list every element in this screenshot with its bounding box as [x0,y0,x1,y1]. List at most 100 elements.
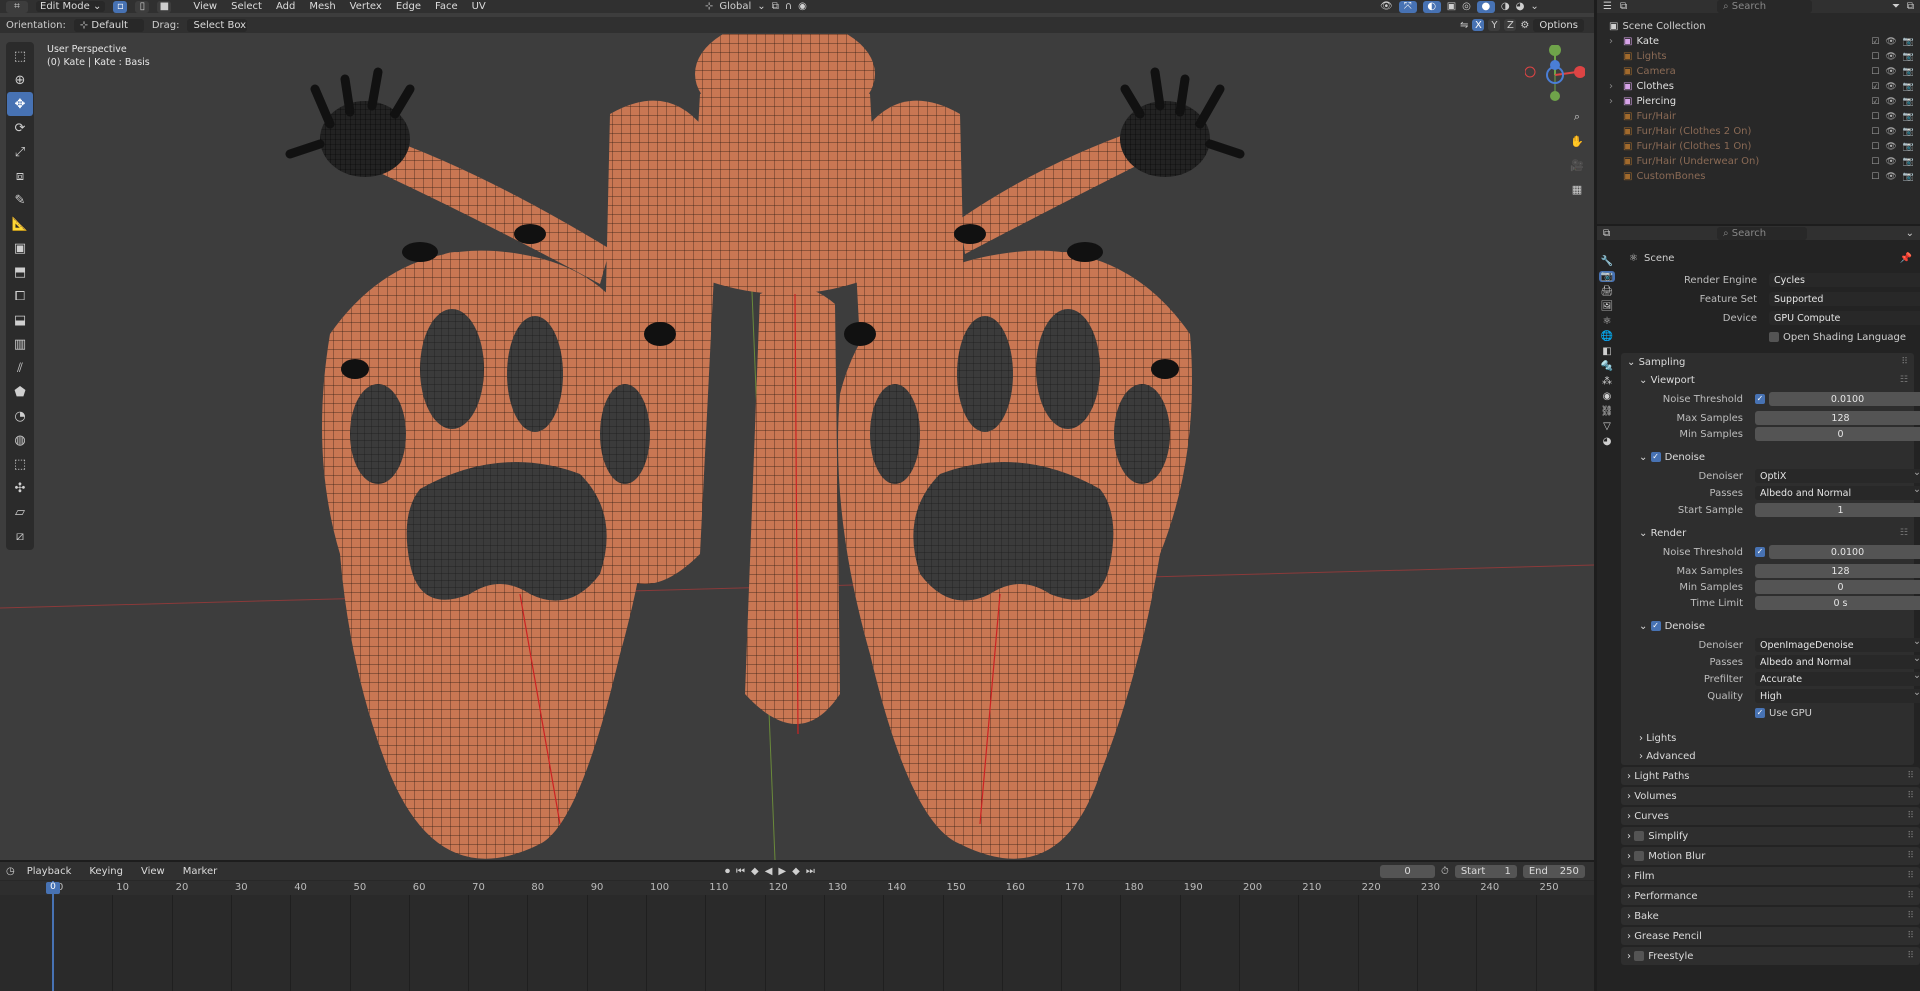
drag-grip-icon[interactable]: ⠿ [1907,771,1914,781]
options-dropdown[interactable]: Options [1533,18,1584,32]
xray-icon[interactable]: ▣ [1447,1,1456,12]
camera-icon[interactable]: 📷 [1903,112,1914,122]
camera-icon[interactable]: 📷 [1903,82,1914,92]
annotate-tool-icon[interactable]: ✎ [7,188,33,212]
presets-icon[interactable]: ☷ [1900,375,1908,385]
panel-enable-checkbox[interactable] [1634,831,1645,841]
r-noise-threshold-checkbox[interactable]: ✓ [1755,547,1765,557]
spin-tool-icon[interactable]: ◔ [7,404,33,428]
drag-grip-icon[interactable]: ⠿ [1907,931,1914,941]
new-collection-icon[interactable]: ⧉ [1907,1,1914,12]
feature-set-dropdown[interactable]: Supported [1769,290,1920,306]
panel-header[interactable]: › Grease Pencil ⠿ [1621,927,1920,945]
advanced-subheader[interactable]: › Advanced [1633,747,1914,765]
view-layer-tab-icon[interactable]: 🖼 [1601,301,1614,312]
render-subheader[interactable]: ⌄ Render ☷ [1633,524,1914,542]
r-denoise-subheader[interactable]: ⌄ ✓ Denoise [1633,617,1914,635]
menu-view[interactable]: View [189,1,221,12]
drag-grip-icon[interactable]: ⠿ [1907,951,1914,961]
panel-header[interactable]: › Freestyle ⠿ [1621,947,1920,965]
camera-icon[interactable]: 📷 [1903,142,1914,152]
timeline-menu-playback[interactable]: Playback [23,866,76,877]
timeline-track[interactable] [0,895,1594,991]
expand-icon[interactable]: › [1609,36,1619,47]
extrude-tool-icon[interactable]: ⬒ [7,260,33,284]
timeline-menu-keying[interactable]: Keying [85,866,127,877]
panel-enable-checkbox[interactable] [1634,851,1645,861]
timeline-ruler[interactable]: 0 10 20 30 40 50 60 70 80 90 100 110 120 130 140 150 160… [0,881,1594,895]
start-frame-field[interactable]: Start 1 [1454,864,1517,878]
menu-face[interactable]: Face [431,1,462,12]
drag-grip-icon[interactable]: ⠿ [1907,871,1914,881]
wireframe-shading-icon[interactable]: ◎ [1462,1,1471,12]
outliner-item[interactable]: ▣ Camera ☐ 👁 📷 [1597,64,1920,79]
exclude-checkbox[interactable]: ☐ [1871,157,1879,167]
move-tool-icon[interactable]: ✥ [7,92,33,116]
r-prefilter-dropdown[interactable]: Accurate [1755,670,1920,686]
playhead-frame[interactable]: 0 [46,882,60,894]
overlay-icon[interactable]: ◐ [1422,0,1441,13]
exclude-checkbox[interactable]: ☐ [1871,52,1879,62]
world-tab-icon[interactable]: 🌐 [1601,331,1613,342]
camera-icon[interactable]: 📷 [1903,157,1914,167]
shading-options-icon[interactable]: ⌄ [1530,1,1538,12]
mirror-icon[interactable]: ⇋ [1460,20,1468,31]
outliner-item[interactable]: ▣ Fur/Hair (Clothes 2 On) ☐ 👁 📷 [1597,124,1920,139]
exclude-checkbox[interactable]: ☐ [1871,172,1879,182]
camera-icon[interactable]: 📷 [1903,52,1914,62]
add-cube-tool-icon[interactable]: ▣ [7,236,33,260]
vp-noise-threshold-field[interactable]: 0.0100 [1769,392,1920,406]
perspective-grid-icon[interactable]: ▦ [1566,178,1588,200]
vp-noise-threshold-checkbox[interactable]: ✓ [1755,394,1765,404]
measure-tool-icon[interactable]: 📐 [7,212,33,236]
camera-icon[interactable]: 📷 [1903,172,1914,182]
vp-start-sample-field[interactable]: 1 [1755,503,1920,517]
panel-enable-checkbox[interactable] [1634,951,1645,961]
chevron-down-icon[interactable]: ⌄ [1906,228,1914,239]
record-icon[interactable]: ⏺ [725,866,730,877]
output-tab-icon[interactable]: 🖨 [1601,286,1614,297]
mode-dropdown[interactable]: Edit Mode ⌄ [36,1,106,12]
orientation-dropdown[interactable]: ⊹ Default [73,18,144,32]
play-icon[interactable]: ▶ [778,866,786,877]
r-noise-threshold-field[interactable]: 0.0100 [1769,545,1920,559]
exclude-checkbox[interactable]: ☐ [1871,67,1879,77]
jump-end-icon[interactable]: ⏭ [806,866,815,877]
osl-checkbox[interactable]: Open Shading Language [1769,332,1906,343]
r-min-samples-field[interactable]: 0 [1755,580,1920,594]
eye-icon[interactable]: 👁 [1885,127,1896,137]
vp-denoise-subheader[interactable]: ⌄ ✓ Denoise [1633,448,1914,466]
expand-icon[interactable]: › [1609,81,1619,92]
drag-dropdown[interactable]: Select Box [187,18,248,32]
lights-subheader[interactable]: › Lights [1633,729,1914,747]
tool-tab-icon[interactable]: 🔧 [1601,256,1613,267]
panel-header[interactable]: › Bake ⠿ [1621,907,1920,925]
properties-editor-icon[interactable]: ⧉ [1603,228,1610,239]
exclude-checkbox[interactable]: ☑ [1871,97,1879,107]
pivot-icon[interactable]: ⧉ [772,1,779,12]
eye-icon[interactable]: 👁 [1885,112,1896,122]
exclude-checkbox[interactable]: ☑ [1871,82,1879,92]
exclude-checkbox[interactable]: ☐ [1871,112,1879,122]
properties-search[interactable]: ⌕ Search [1717,226,1807,240]
filter-icon[interactable]: ⏷ [1892,1,1900,12]
shrink-fatten-tool-icon[interactable]: ✣ [7,476,33,500]
gizmo-icon[interactable]: ⤧ [1398,0,1417,13]
sampling-header[interactable]: ⌄ Sampling ⠿ [1621,353,1914,371]
particles-tab-icon[interactable]: ⁂ [1602,376,1612,387]
render-tab-icon[interactable]: 📷 [1598,271,1616,282]
r-time-limit-field[interactable]: 0 s [1755,596,1920,610]
menu-vertex[interactable]: Vertex [346,1,386,12]
stopwatch-icon[interactable]: ⏱ [1441,866,1449,877]
eye-icon[interactable]: 👁 [1885,82,1896,92]
visibility-icon[interactable]: 👁 [1380,1,1393,12]
drag-grip-icon[interactable]: ⠿ [1907,891,1914,901]
r-denoise-checkbox[interactable]: ✓ [1650,621,1661,631]
drag-grip-icon[interactable]: ⠿ [1907,791,1914,801]
device-dropdown[interactable]: GPU Compute [1769,309,1920,325]
face-select-icon[interactable]: ■ [157,0,172,13]
camera-icon[interactable]: 📷 [1903,37,1914,47]
presets-icon[interactable]: ☷ [1900,528,1908,538]
data-tab-icon[interactable]: ▽ [1603,421,1611,432]
drag-grip-icon[interactable]: ⠿ [1907,811,1914,821]
